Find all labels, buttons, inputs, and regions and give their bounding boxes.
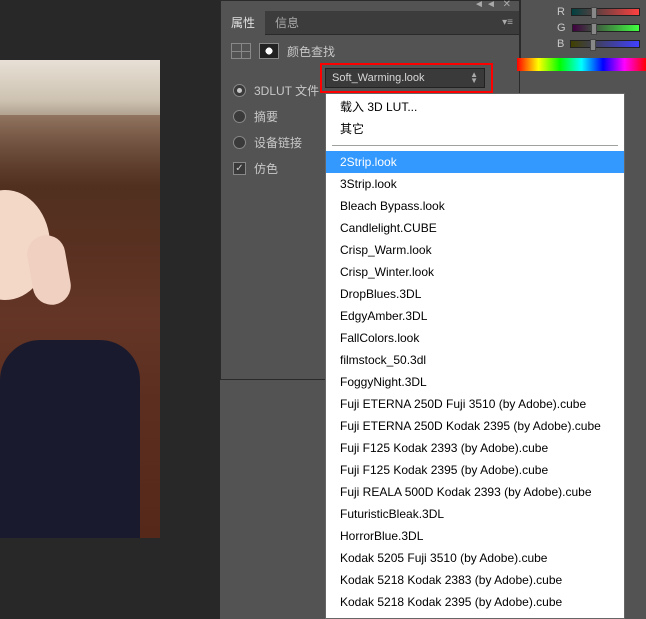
label-dither: 仿色 bbox=[254, 160, 278, 177]
menu-item-lut[interactable]: Crisp_Winter.look bbox=[326, 261, 624, 283]
radio-device-link[interactable] bbox=[233, 136, 246, 149]
lut-dropdown[interactable]: Soft_Warming.look ▲▼ bbox=[325, 68, 485, 88]
menu-item-lut[interactable]: filmstock_50.3dl bbox=[326, 349, 624, 371]
menu-item-lut[interactable]: 3Strip.look bbox=[326, 173, 624, 195]
slider-b[interactable] bbox=[570, 40, 640, 48]
radio-3dlut-file[interactable] bbox=[233, 84, 246, 97]
color-lookup-icon[interactable] bbox=[259, 43, 279, 59]
panel-menu-icon[interactable]: ▾≡ bbox=[502, 17, 513, 28]
menu-item-lut[interactable]: Crisp_Warm.look bbox=[326, 239, 624, 261]
menu-item-lut[interactable]: FuturisticBleak.3DL bbox=[326, 503, 624, 525]
color-spectrum[interactable] bbox=[517, 58, 646, 71]
menu-item-lut[interactable]: Fuji F125 Kodak 2393 (by Adobe).cube bbox=[326, 437, 624, 459]
canvas-area bbox=[0, 0, 220, 619]
menu-item-lut[interactable]: Bleach Bypass.look bbox=[326, 195, 624, 217]
document-image[interactable] bbox=[0, 60, 160, 538]
menu-item-lut[interactable]: FoggyNight.3DL bbox=[326, 371, 624, 393]
menu-item-lut[interactable]: LateSunset.3DL bbox=[326, 613, 624, 619]
menu-item-lut[interactable]: Kodak 5218 Kodak 2395 (by Adobe).cube bbox=[326, 591, 624, 613]
menu-item-lut[interactable]: DropBlues.3DL bbox=[326, 283, 624, 305]
dropdown-arrows-icon: ▲▼ bbox=[470, 72, 478, 84]
tab-info[interactable]: 信息 bbox=[265, 10, 309, 35]
label-g: G bbox=[557, 22, 566, 34]
menu-item-lut[interactable]: 2Strip.look bbox=[326, 151, 624, 173]
label-r: R bbox=[557, 6, 565, 18]
toolbar-label: 颜色查找 bbox=[287, 43, 335, 60]
menu-item-lut[interactable]: HorrorBlue.3DL bbox=[326, 525, 624, 547]
label-device-link: 设备链接 bbox=[254, 134, 302, 151]
menu-item-lut[interactable]: Fuji F125 Kodak 2395 (by Adobe).cube bbox=[326, 459, 624, 481]
panel-tabs: 属性 信息 ▾≡ bbox=[221, 11, 519, 35]
slider-g[interactable] bbox=[572, 24, 640, 32]
menu-item-other[interactable]: 其它 bbox=[326, 118, 624, 140]
checkbox-dither[interactable]: ✓ bbox=[233, 162, 246, 175]
lut-dropdown-menu: 载入 3D LUT... 其它 2Strip.look3Strip.lookBl… bbox=[325, 93, 625, 619]
radio-abstract[interactable] bbox=[233, 110, 246, 123]
menu-item-lut[interactable]: Kodak 5218 Kodak 2383 (by Adobe).cube bbox=[326, 569, 624, 591]
label-abstract: 摘要 bbox=[254, 108, 278, 125]
menu-item-lut[interactable]: FallColors.look bbox=[326, 327, 624, 349]
label-b: B bbox=[557, 38, 564, 50]
menu-item-lut[interactable]: Kodak 5205 Fuji 3510 (by Adobe).cube bbox=[326, 547, 624, 569]
menu-item-lut[interactable]: EdgyAmber.3DL bbox=[326, 305, 624, 327]
rgb-panel: R G B bbox=[520, 0, 646, 60]
menu-item-lut[interactable]: Fuji ETERNA 250D Kodak 2395 (by Adobe).c… bbox=[326, 415, 624, 437]
tab-properties[interactable]: 属性 bbox=[221, 10, 265, 35]
dropdown-selected-value: Soft_Warming.look bbox=[332, 72, 425, 84]
slider-r[interactable] bbox=[571, 8, 640, 16]
menu-item-load[interactable]: 载入 3D LUT... bbox=[326, 96, 624, 118]
menu-item-lut[interactable]: Candlelight.CUBE bbox=[326, 217, 624, 239]
menu-item-lut[interactable]: Fuji ETERNA 250D Fuji 3510 (by Adobe).cu… bbox=[326, 393, 624, 415]
menu-item-lut[interactable]: Fuji REALA 500D Kodak 2393 (by Adobe).cu… bbox=[326, 481, 624, 503]
panel-collapse-icon[interactable]: ◄◄ ✕ bbox=[474, 0, 513, 10]
label-3dlut-file: 3DLUT 文件 bbox=[254, 82, 319, 99]
grid-icon[interactable] bbox=[231, 43, 251, 59]
